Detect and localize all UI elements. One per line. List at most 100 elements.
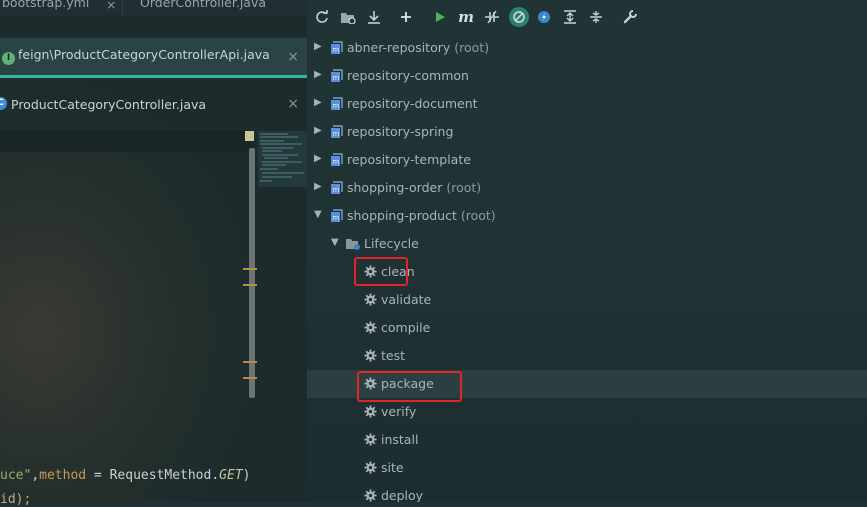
maven-project-repository-template[interactable]: ▶ m repository-template [307,146,867,174]
goal-label: site [381,460,404,475]
maven-module-icon: m [331,125,343,138]
maven-project-abner-repository[interactable]: ▶ m abner-repository (root) [307,34,867,62]
gear-icon [364,293,377,306]
maven-project-repository-document[interactable]: ▶ m repository-document [307,90,867,118]
project-label: repository-document [347,96,478,111]
active-tab-indicator [0,75,307,78]
maven-module-icon: m [331,209,343,222]
tab-row-top: bootstrap.yml × OrderController.java [0,0,307,16]
lifecycle-folder-icon [346,239,360,250]
code-line[interactable]: id); [0,492,31,507]
gear-icon [364,405,377,418]
svg-text:m: m [333,74,340,82]
svg-text:m: m [333,102,340,110]
goal-label: install [381,432,419,447]
chevron-right-icon[interactable]: ▶ [314,69,322,80]
code-minimap[interactable] [258,131,307,187]
svg-text:m: m [333,158,340,166]
maven-goal-icon[interactable]: m [457,8,475,26]
class-icon: C [0,97,7,110]
close-icon[interactable]: × [287,96,299,112]
collapse-all-icon[interactable] [587,8,605,26]
project-label: shopping-product [347,208,457,223]
maven-toolbar: m [307,0,867,34]
warning-marker[interactable] [243,361,257,363]
goal-deploy[interactable]: deploy [307,482,867,502]
maven-module-icon: m [331,153,343,166]
tab-divider [122,0,123,16]
settings-wrench-icon[interactable] [621,8,639,26]
tab-bootstrap-yml[interactable]: bootstrap.yml [2,0,89,10]
maven-module-icon: m [331,69,343,82]
code-line[interactable]: uce",method = RequestMethod.GET) [0,468,250,483]
maven-project-repository-common[interactable]: ▶ m repository-common [307,62,867,90]
add-icon[interactable] [397,8,415,26]
svg-text:m: m [333,46,340,54]
project-label: repository-template [347,152,471,167]
gear-icon [364,321,377,334]
project-label: repository-common [347,68,469,83]
chevron-right-icon[interactable]: ▶ [314,153,322,164]
project-label: abner-repository [347,40,451,55]
expand-all-icon[interactable] [561,8,579,26]
goal-test[interactable]: test [307,342,867,370]
root-suffix: (root) [446,180,482,195]
chevron-right-icon[interactable]: ▶ [314,181,322,192]
maven-project-shopping-order[interactable]: ▶ m shopping-order (root) [307,174,867,202]
warning-marker[interactable] [243,377,257,379]
tab-product-category-controller-api[interactable]: I feign\ProductCategoryControllerApi.jav… [0,38,307,78]
tab-product-category-controller[interactable]: C ProductCategoryController.java × [0,92,307,118]
maven-project-repository-spring[interactable]: ▶ m repository-spring [307,118,867,146]
goal-validate[interactable]: validate [307,286,867,314]
gear-icon [364,349,377,362]
generate-sources-icon[interactable] [339,8,357,26]
close-icon[interactable]: × [287,49,299,65]
tab-order-controller[interactable]: OrderController.java [140,0,266,10]
svg-text:m: m [333,214,340,222]
goal-verify[interactable]: verify [307,398,867,426]
interface-icon: I [2,52,15,65]
goal-site[interactable]: site [307,454,867,482]
maven-module-icon: m [331,181,343,194]
chevron-right-icon[interactable]: ▶ [314,97,322,108]
root-suffix: (root) [460,208,496,223]
show-dependencies-icon[interactable] [535,8,553,26]
close-icon[interactable]: × [106,0,116,12]
project-label: repository-spring [347,124,454,139]
chevron-right-icon[interactable]: ▶ [314,41,322,52]
goal-label: verify [381,404,417,419]
project-label: shopping-order [347,180,443,195]
toggle-offline-icon[interactable] [483,8,501,26]
maven-project-shopping-product[interactable]: ▼ m shopping-product (root) [307,202,867,230]
lifecycle-folder[interactable]: ▼ Lifecycle [307,230,867,258]
goal-label: validate [381,292,432,307]
editor-header-strip [0,130,252,152]
gear-icon [364,489,377,502]
svg-text:m: m [333,186,340,194]
download-icon[interactable] [365,8,383,26]
goal-install[interactable]: install [307,426,867,454]
chevron-down-icon[interactable]: ▼ [331,237,339,248]
highlight-box-package [357,371,462,402]
inspection-status-icon[interactable] [245,131,254,141]
goal-label: deploy [381,488,424,502]
lifecycle-label: Lifecycle [364,236,419,251]
highlight-box-clean [354,257,408,286]
goal-label: test [381,348,406,363]
svg-text:m: m [333,130,340,138]
maven-module-icon: m [331,97,343,110]
reimport-icon[interactable] [313,8,331,26]
goal-compile[interactable]: compile [307,314,867,342]
gear-icon [364,461,377,474]
root-suffix: (root) [454,40,490,55]
tab-label: ProductCategoryController.java [11,97,207,112]
warning-marker[interactable] [243,268,257,270]
gear-icon [364,433,377,446]
chevron-down-icon[interactable]: ▼ [314,209,322,220]
warning-marker[interactable] [243,284,257,286]
goal-label: compile [381,320,431,335]
chevron-right-icon[interactable]: ▶ [314,125,322,136]
tab-label: feign\ProductCategoryControllerApi.java [18,47,270,62]
run-icon[interactable] [431,8,449,26]
toggle-skip-tests-icon[interactable] [509,7,529,27]
